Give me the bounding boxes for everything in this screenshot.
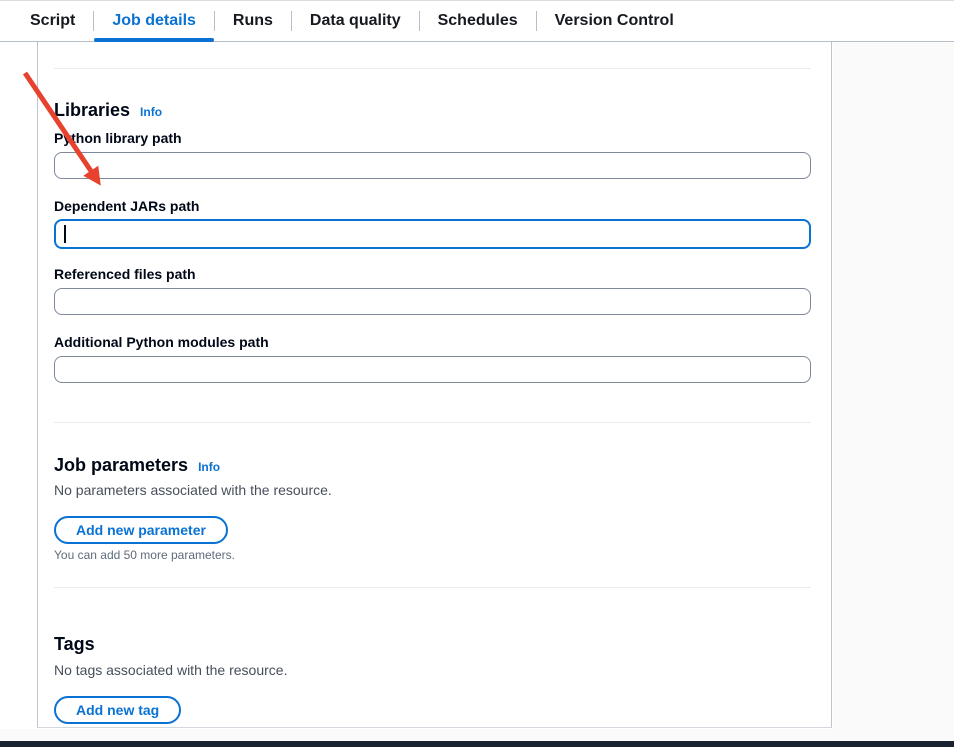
job-parameters-title: Job parameters xyxy=(54,455,188,476)
job-details-panel: Libraries Info Python library path Depen… xyxy=(37,42,832,728)
tab-bar: Script Job details Runs Data quality Sch… xyxy=(0,0,954,42)
referenced-files-path-label: Referenced files path xyxy=(54,266,196,282)
tab-version-control[interactable]: Version Control xyxy=(537,1,692,41)
tab-data-quality[interactable]: Data quality xyxy=(292,1,419,41)
job-parameters-empty-text: No parameters associated with the resour… xyxy=(54,482,332,498)
section-divider xyxy=(54,68,811,69)
referenced-files-path-input[interactable] xyxy=(54,288,811,315)
libraries-title: Libraries xyxy=(54,100,130,121)
bottom-gutter xyxy=(0,729,954,741)
job-parameters-info-link[interactable]: Info xyxy=(198,460,220,474)
add-new-parameter-button[interactable]: Add new parameter xyxy=(54,516,228,544)
job-parameters-section-title: Job parameters Info xyxy=(54,455,220,476)
add-new-tag-button[interactable]: Add new tag xyxy=(54,696,181,724)
tags-empty-text: No tags associated with the resource. xyxy=(54,662,287,678)
libraries-info-link[interactable]: Info xyxy=(140,105,162,119)
window-bottom-bar xyxy=(0,741,954,747)
additional-python-modules-path-input[interactable] xyxy=(54,356,811,383)
text-cursor xyxy=(64,225,66,243)
tab-job-details[interactable]: Job details xyxy=(94,1,214,41)
additional-python-modules-path-label: Additional Python modules path xyxy=(54,334,269,350)
section-divider xyxy=(54,587,811,588)
tags-title: Tags xyxy=(54,634,95,655)
libraries-section-title: Libraries Info xyxy=(54,100,162,121)
section-divider xyxy=(54,422,811,423)
python-library-path-label: Python library path xyxy=(54,130,182,146)
tab-script[interactable]: Script xyxy=(12,1,93,41)
dependent-jars-path-input[interactable] xyxy=(54,219,811,249)
python-library-path-input[interactable] xyxy=(54,152,811,179)
right-gutter xyxy=(833,43,954,741)
dependent-jars-path-wrap xyxy=(54,219,811,249)
tags-section-title: Tags xyxy=(54,634,95,655)
tab-runs[interactable]: Runs xyxy=(215,1,291,41)
dependent-jars-path-label: Dependent JARs path xyxy=(54,198,199,214)
job-parameters-helper-text: You can add 50 more parameters. xyxy=(54,548,235,562)
tab-schedules[interactable]: Schedules xyxy=(420,1,536,41)
